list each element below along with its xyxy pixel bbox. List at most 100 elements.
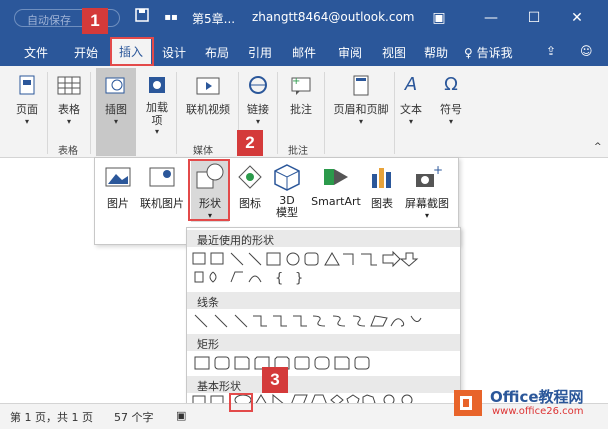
links-label: 链接 [247,103,269,116]
chevron-down-icon: ▾ [448,117,453,126]
chart-button[interactable]: 图表 [367,162,397,211]
online-picture-label: 联机图片 [140,197,184,210]
screenshot-button[interactable]: + 屏幕截图 ▾ [401,162,453,220]
tab-home[interactable]: 开始 [74,44,98,61]
table-button[interactable]: 表格 ▾ [52,74,86,126]
minimize-icon[interactable]: — [480,8,502,28]
tab-design[interactable]: 设计 [162,44,186,61]
chart-label: 图表 [371,197,393,210]
chevron-down-icon: ▾ [24,117,29,126]
ribbon-tabs: 文件 开始 插入 设计 布局 引用 邮件 审阅 视图 帮助 ♀ 告诉我 ⇪ ☺ [0,36,608,66]
svg-text:+: + [292,76,300,87]
camera-icon: + [412,162,443,192]
header-footer-button[interactable]: 页眉和页脚 ▾ [330,74,392,126]
autosave-label: 自动保存 [27,14,71,27]
chevron-down-icon: ▾ [408,117,413,126]
section-basic-shapes: 基本形状 [187,376,460,393]
pages-label: 页面 [16,103,38,116]
picture-button[interactable]: 图片 [101,162,135,211]
comment-label: 批注 [290,103,312,116]
online-picture-button[interactable]: 联机图片 [135,162,189,211]
rectangles-row[interactable] [191,354,453,372]
share-icon[interactable]: ⇪ [546,44,556,58]
chevron-down-icon: ▾ [424,211,429,220]
watermark-brand: Office教程网 [490,388,584,406]
omega-icon: Ω [444,74,458,95]
chevron-down-icon: ▾ [358,117,363,126]
document-title: 第5章... [192,12,236,26]
tab-references[interactable]: 引用 [248,44,272,61]
online-picture-icon [147,162,177,192]
pages-button[interactable]: 页面 ▾ [10,74,44,126]
smartart-label: SmartArt [311,195,361,208]
table-label: 表格 [58,103,80,116]
lightbulb-icon: ♀ [464,46,473,60]
online-video-label: 联机视频 [186,103,230,116]
tab-view[interactable]: 视图 [382,44,406,61]
comment-button[interactable]: + 批注 [282,74,320,117]
tab-mailings[interactable]: 邮件 [292,44,316,61]
collapse-ribbon-icon[interactable]: ^ [594,142,602,152]
recent-shapes-row-1[interactable] [191,250,453,268]
chevron-down-icon: ▾ [154,127,159,136]
header-footer-icon [348,74,374,98]
step-badge-3: 3 [262,367,288,393]
group-label-media: 媒体 [193,146,213,157]
chevron-down-icon: ▾ [66,117,71,126]
divider [277,72,278,154]
account-name[interactable]: zhangtt8464@outlook.com [252,10,415,24]
illustrations-icon [103,74,129,98]
picture-icon [103,162,133,192]
page-count[interactable]: 第 1 页，共 1 页 [10,409,93,425]
maximize-icon[interactable]: ☐ [523,8,545,28]
chevron-down-icon: ▾ [113,117,118,126]
watermark: Office教程网 www.office26.com [452,378,606,428]
illustrations-button[interactable]: 插图 ▾ [96,68,136,156]
3d-models-button[interactable]: 3D 模型 [271,162,303,219]
close-icon[interactable]: ✕ [566,8,588,28]
word-count[interactable]: 57 个字 [114,409,154,425]
cube-icon [272,162,302,192]
addins-label: 加载项 [146,101,168,127]
smartart-button[interactable]: SmartArt [307,162,365,208]
divider [394,72,395,154]
step-badge-1: 1 [82,8,108,34]
tab-help[interactable]: 帮助 [424,44,448,61]
chart-icon [367,162,397,192]
highlight-insert-tab [110,37,154,66]
lines-row[interactable] [191,312,453,330]
icons-button[interactable]: 图标 [233,162,267,211]
section-recent-shapes: 最近使用的形状 [187,230,460,247]
proofing-icon[interactable]: ▣ [176,409,186,422]
section-lines: 线条 [187,292,460,309]
icons-label: 图标 [239,197,261,210]
addins-button[interactable]: 加载项 ▾ [140,74,174,136]
tab-layout[interactable]: 布局 [205,44,229,61]
tab-review[interactable]: 审阅 [338,44,362,61]
office-logo-icon [454,390,482,416]
divider [47,72,48,154]
group-label-tables: 表格 [58,146,78,157]
group-label-comments: 批注 [288,146,308,157]
3d-models-label-2: 模型 [276,206,298,219]
chevron-down-icon: ▾ [255,117,260,126]
ribbon-collapse-icon[interactable]: ☺ [580,44,593,58]
links-button[interactable]: 链接 ▾ [242,74,274,126]
svg-text:+: + [433,163,442,177]
svg-text:}: } [295,271,303,286]
customize-quick-access-icon[interactable]: ▪▪ [160,8,182,28]
divider [324,72,325,154]
save-icon[interactable] [131,8,153,28]
picture-label: 图片 [107,197,129,210]
online-video-button[interactable]: 联机视频 [180,74,236,117]
ribbon-display-options-icon[interactable]: ▣ [428,8,450,28]
shapes-gallery: 最近使用的形状 {} 线条 矩形 基本形状 [186,227,461,406]
link-icon [245,74,271,98]
text-button[interactable]: A 文本 ▾ [396,74,426,126]
recent-shapes-row-2[interactable]: {} [191,268,453,286]
addins-icon [144,74,170,98]
tab-file[interactable]: 文件 [24,44,48,61]
tell-me-search[interactable]: ♀ 告诉我 [464,44,513,61]
highlight-oval-shape [229,393,253,412]
symbol-button[interactable]: Ω 符号 ▾ [436,74,466,126]
